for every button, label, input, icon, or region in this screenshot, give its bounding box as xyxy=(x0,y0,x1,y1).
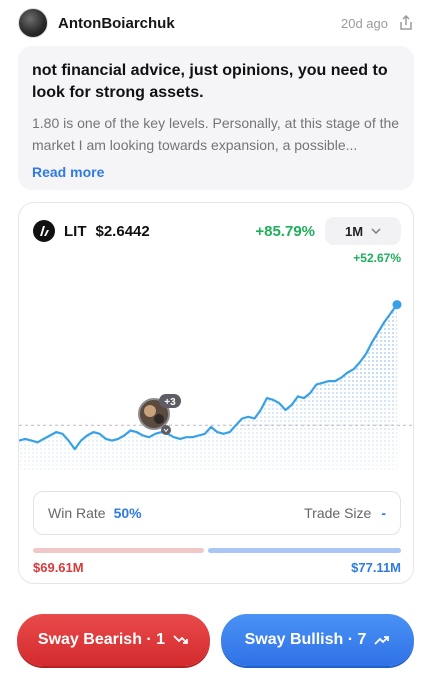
bearish-amount: $69.61M xyxy=(33,560,84,575)
chevron-down-icon xyxy=(371,228,381,234)
trade-size-label: Trade Size xyxy=(304,505,372,521)
post-card: not financial advice, just opinions, you… xyxy=(18,46,414,190)
ticker-row: LIT $2.6442 +85.79% 1M xyxy=(33,217,401,245)
bullish-bar xyxy=(208,548,401,553)
sentiment-bar xyxy=(33,548,401,553)
price-chart: +52.67% +3 xyxy=(19,251,413,481)
sway-bullish-button[interactable]: Sway Bullish · 7 xyxy=(221,614,414,666)
sway-bearish-button[interactable]: Sway Bearish · 1 xyxy=(17,614,210,666)
bullish-amount: $77.11M xyxy=(351,560,401,575)
ticker-symbol: LIT xyxy=(64,222,87,240)
win-rate-box: Win Rate 50% Trade Size - xyxy=(33,491,401,535)
share-icon[interactable] xyxy=(398,15,414,31)
trend-up-icon xyxy=(374,636,390,645)
ticker-price: $2.6442 xyxy=(95,222,150,240)
period-select[interactable]: 1M xyxy=(325,217,401,245)
avatar[interactable] xyxy=(18,8,48,38)
price-change: +85.79% xyxy=(255,222,315,240)
read-more-link[interactable]: Read more xyxy=(32,164,104,180)
period-value: 1M xyxy=(344,223,364,239)
avatar-count-badge: +3 xyxy=(164,397,176,408)
lit-logo-icon xyxy=(33,220,55,242)
sway-bullish-label: Sway Bullish · 7 xyxy=(244,631,367,648)
series-end-point xyxy=(392,300,402,310)
area-fade xyxy=(19,371,413,481)
trade-card[interactable]: LIT $2.6442 +85.79% 1M +52.67% +3 Win Ra… xyxy=(18,202,414,584)
trend-down-icon xyxy=(173,635,188,644)
author-name[interactable]: AntonBoiarchuk xyxy=(58,15,175,32)
win-rate-value: 50% xyxy=(113,505,142,521)
win-rate-label: Win Rate xyxy=(48,505,106,521)
post-time: 20d ago xyxy=(341,15,388,31)
sway-bearish-label: Sway Bearish · 1 xyxy=(37,631,166,648)
chart-change-label: +52.67% xyxy=(353,251,401,265)
trade-size-value: - xyxy=(381,505,386,521)
post-title: not financial advice, just opinions, you… xyxy=(32,62,388,101)
sentiment-amounts: $69.61M $77.11M xyxy=(33,560,401,575)
post-header: AntonBoiarchuk 20d ago xyxy=(18,6,414,40)
post-body: 1.80 is one of the key levels. Personall… xyxy=(32,115,400,153)
bearish-bar xyxy=(33,548,205,553)
